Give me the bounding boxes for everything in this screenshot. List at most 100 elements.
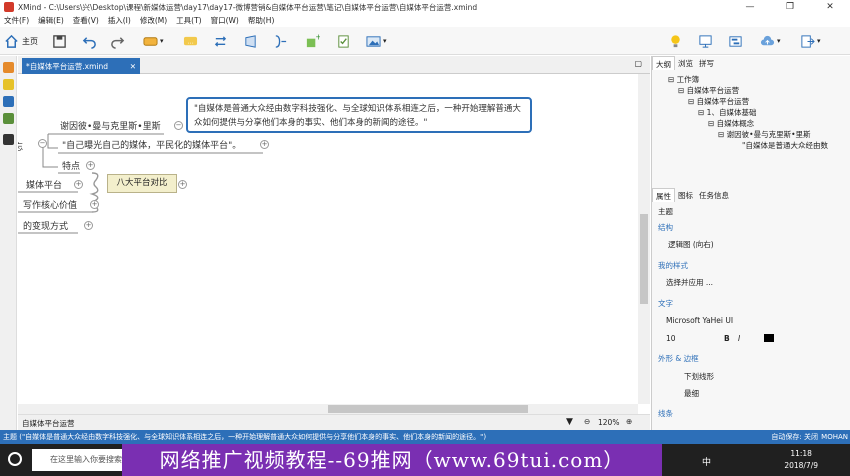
- sheet-tab[interactable]: 自媒体平台运营: [22, 418, 75, 429]
- font-select[interactable]: Microsoft YaHei UI: [666, 316, 733, 325]
- node-quote[interactable]: "自己曝光自己的媒体，平民化的媒体平台"。: [62, 138, 241, 151]
- document-tab[interactable]: *自媒体平台运营.xmind ✕: [22, 58, 140, 74]
- menu-help[interactable]: 帮助(H): [248, 15, 275, 26]
- clock-time: 11:18: [790, 449, 812, 458]
- summary-button[interactable]: [273, 32, 288, 50]
- export-icon: [801, 34, 815, 48]
- summary-node[interactable]: 八大平台对比: [107, 174, 177, 193]
- node-writing-value[interactable]: 写作核心价值: [23, 198, 77, 211]
- structure-select[interactable]: 逻辑图 (向右): [668, 239, 714, 250]
- style-select[interactable]: 选择并应用 ...: [666, 277, 713, 288]
- collapse-toggle[interactable]: −: [38, 139, 47, 148]
- tree-item[interactable]: ⊟ 工作簿: [658, 74, 838, 85]
- menu-view[interactable]: 查看(V): [73, 15, 99, 26]
- node-media-platform[interactable]: 媒体平台: [26, 178, 62, 191]
- home-button[interactable]: 主页: [4, 32, 38, 50]
- vertical-scroll-thumb[interactable]: [640, 214, 648, 304]
- minimize-button[interactable]: —: [730, 0, 770, 14]
- tree-item[interactable]: ⊟ 1、自媒体基础: [658, 107, 838, 118]
- save-button[interactable]: [52, 32, 67, 50]
- boundary-button[interactable]: [243, 32, 258, 50]
- zoom-level[interactable]: 120%: [598, 418, 619, 427]
- horizontal-scrollbar[interactable]: [18, 404, 638, 414]
- collapse-toggle[interactable]: −: [174, 121, 183, 130]
- tree-item[interactable]: ⊟ 自媒体平台运营: [658, 96, 838, 107]
- tab-task-info[interactable]: 任务信息: [696, 188, 732, 202]
- menu-file[interactable]: 文件(F): [4, 15, 29, 26]
- user-label[interactable]: MOHAN: [821, 430, 848, 444]
- cortana-icon[interactable]: [8, 452, 22, 466]
- left-fragment[interactable]: 忘: [18, 140, 23, 153]
- gantt-button[interactable]: [728, 32, 743, 50]
- zoom-out-icon[interactable]: ⊖: [584, 417, 590, 426]
- share-button[interactable]: ▾: [760, 32, 781, 50]
- tab-close-icon[interactable]: ✕: [130, 62, 136, 71]
- tree-item[interactable]: ⊟ 自媒体概念: [658, 118, 838, 129]
- tree-item[interactable]: "自媒体是普通大众经由数: [658, 140, 838, 151]
- tree-item[interactable]: ⊟ 自媒体平台运营: [658, 85, 838, 96]
- tab-spelling[interactable]: 拼写: [696, 56, 717, 70]
- menu-tools[interactable]: 工具(T): [176, 15, 201, 26]
- expand-toggle[interactable]: +: [86, 161, 95, 170]
- tab-outline[interactable]: 大纲: [652, 56, 675, 70]
- callout-icon: …: [183, 36, 198, 45]
- bold-button[interactable]: B: [724, 334, 730, 343]
- menu-window[interactable]: 窗口(W): [211, 15, 239, 26]
- vertical-scrollbar[interactable]: [638, 74, 650, 404]
- font-color-swatch[interactable]: [764, 334, 774, 342]
- expand-toggle[interactable]: +: [84, 221, 93, 230]
- menu-modify[interactable]: 修改(M): [140, 15, 167, 26]
- expand-toggle[interactable]: +: [74, 180, 83, 189]
- taskbar-clock[interactable]: 11:18 2018/7/9: [784, 448, 818, 472]
- boundary-icon: [245, 34, 256, 48]
- share-cloud-icon: [760, 35, 775, 45]
- menu-bar: 文件(F) 编辑(E) 查看(V) 插入(I) 修改(M) 工具(T) 窗口(W…: [0, 14, 850, 27]
- tree-item[interactable]: ⊟ 谢因彼•曼与克里斯•里斯: [658, 129, 838, 140]
- filter-icon[interactable]: ▼: [566, 417, 573, 427]
- presentation-button[interactable]: [698, 32, 713, 50]
- undo-button[interactable]: [82, 32, 97, 50]
- markers-view-icon[interactable]: [3, 79, 14, 90]
- ime-indicator[interactable]: 中: [702, 455, 711, 468]
- menu-insert[interactable]: 插入(I): [108, 15, 131, 26]
- tab-browse[interactable]: 浏览: [675, 56, 696, 70]
- autosave-status[interactable]: 自动保存: 关闭: [771, 430, 818, 444]
- horizontal-scroll-thumb[interactable]: [328, 405, 528, 413]
- console-view-icon[interactable]: [3, 134, 14, 145]
- mindmap-canvas[interactable]: 忘 − 谢因彼•曼与克里斯•里斯 − "自己曝光自己的媒体，平民化的媒体平台"。…: [18, 74, 638, 404]
- notes-view-icon[interactable]: [3, 96, 14, 107]
- expand-toggle[interactable]: +: [90, 200, 99, 209]
- expand-toggle[interactable]: +: [178, 180, 187, 189]
- brainstorm-button[interactable]: [668, 32, 683, 50]
- border-select[interactable]: 最细: [684, 388, 699, 399]
- relationship-button[interactable]: [213, 32, 228, 50]
- zoom-in-icon[interactable]: ⊕: [626, 417, 632, 426]
- node-monetize[interactable]: 的变现方式: [23, 219, 68, 232]
- dropdown-arrow-icon: ▾: [160, 37, 164, 45]
- tab-icons[interactable]: 图标: [675, 188, 696, 202]
- shape-select[interactable]: 下划线形: [684, 371, 714, 382]
- home-icon: [5, 34, 18, 48]
- marker-button[interactable]: +: [305, 32, 320, 50]
- image-button[interactable]: ▾: [366, 32, 387, 50]
- maximize-editor-icon[interactable]: ▢: [634, 59, 642, 68]
- search-view-icon[interactable]: [3, 113, 14, 124]
- watermark-banner: 网络推广视频教程--69推网（www.69tui.com）: [122, 444, 662, 476]
- expand-toggle[interactable]: +: [260, 140, 269, 149]
- font-size-select[interactable]: 10: [666, 334, 676, 343]
- callout-node[interactable]: "自媒体是普通大众经由数字科技强化、与全球知识体系相连之后，一种开始理解普通大众…: [186, 97, 532, 133]
- close-button[interactable]: ✕: [810, 0, 850, 14]
- italic-button[interactable]: I: [738, 334, 740, 343]
- task-button[interactable]: [336, 32, 351, 50]
- tab-properties[interactable]: 属性: [652, 188, 675, 202]
- callout-button[interactable]: …: [183, 32, 198, 50]
- node-person[interactable]: 谢因彼•曼与克里斯•里斯: [60, 119, 161, 132]
- redo-button[interactable]: [110, 32, 125, 50]
- menu-edit[interactable]: 编辑(E): [38, 15, 64, 26]
- topic-button[interactable]: ▾: [143, 32, 164, 50]
- maximize-button[interactable]: ❐: [770, 0, 810, 14]
- export-button[interactable]: ▾: [800, 32, 821, 50]
- overview-icon[interactable]: [3, 62, 14, 73]
- taskbar-search-input[interactable]: 在这里输入你要搜索: [32, 449, 132, 471]
- node-feature[interactable]: 特点: [62, 159, 80, 172]
